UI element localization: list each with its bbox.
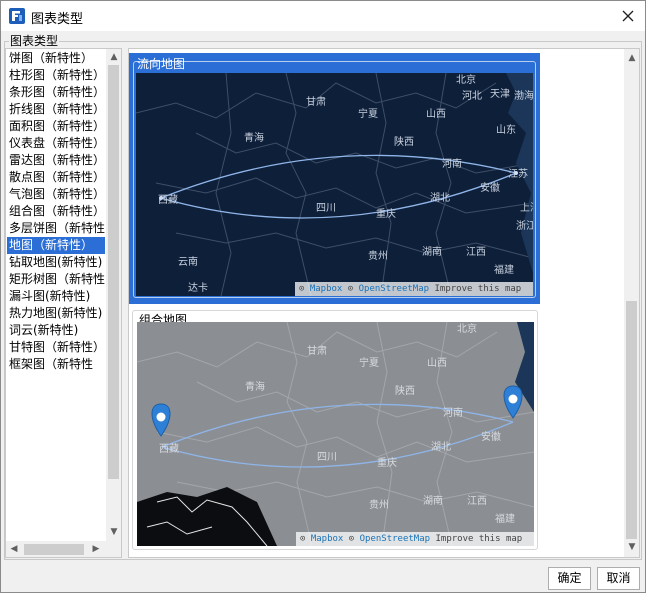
preview-vertical-scrollbar[interactable]: ▲ ▼ bbox=[624, 49, 639, 557]
map-label: 湖南 bbox=[422, 245, 442, 258]
list-horizontal-scrollbar[interactable]: ◀ ▶ bbox=[6, 541, 121, 557]
scroll-up-arrow-icon[interactable]: ▲ bbox=[108, 51, 120, 63]
chart-type-item[interactable]: 地图（新特性） bbox=[7, 237, 105, 254]
map-label: 贵州 bbox=[369, 498, 389, 511]
chart-type-item[interactable]: 散点图（新特性） bbox=[7, 169, 105, 186]
close-icon[interactable] bbox=[617, 5, 639, 27]
map-marker-pin-icon bbox=[151, 403, 171, 437]
map-label: 湖北 bbox=[431, 441, 451, 453]
chart-type-item[interactable]: 热力地图(新特性) bbox=[7, 305, 105, 322]
window-title: 图表类型 bbox=[31, 12, 84, 27]
combo-map-image: 北京 甘肃 宁夏 山西 青海 陕西 河南 安徽 西藏 四川 重庆 湖北 贵州 湖… bbox=[137, 322, 534, 546]
improve-map-link[interactable]: Improve this map bbox=[436, 534, 523, 544]
scroll-left-arrow-icon[interactable]: ◀ bbox=[8, 543, 20, 555]
preview-label: 流向地图 bbox=[137, 57, 186, 71]
dialog-window: 图表类型 图表类型 饼图（新特性） 柱形图（新特性） 条形图（新特性） 折线图（新特性… bbox=[0, 0, 646, 593]
chart-type-item[interactable]: 甘特图（新特性） bbox=[7, 339, 105, 356]
scroll-down-arrow-icon[interactable]: ▼ bbox=[108, 526, 120, 538]
map-label: 山西 bbox=[427, 357, 447, 369]
map-label: 北京 bbox=[456, 73, 476, 86]
map-label: 陕西 bbox=[394, 135, 414, 148]
map-label: 江西 bbox=[466, 246, 486, 258]
chart-type-item[interactable]: 仪表盘（新特性） bbox=[7, 135, 105, 152]
map-label: 甘肃 bbox=[306, 95, 326, 108]
map-label: 福建 bbox=[494, 263, 514, 276]
chart-type-list[interactable]: 饼图（新特性） 柱形图（新特性） 条形图（新特性） 折线图（新特性） 面积图（新特性）仪… bbox=[5, 48, 122, 558]
chart-type-item[interactable]: 雷达图（新特性） bbox=[7, 152, 105, 169]
map-label: 江苏 bbox=[508, 167, 528, 180]
chart-type-item[interactable]: 词云(新特性) bbox=[7, 322, 105, 339]
map-label: 青海 bbox=[245, 380, 265, 393]
chart-type-item[interactable]: 框架图（新特性 bbox=[7, 356, 105, 373]
scrollbar-thumb[interactable] bbox=[626, 301, 637, 539]
map-label: 宁夏 bbox=[358, 107, 378, 120]
map-label: 陕西 bbox=[395, 384, 415, 397]
map-label: 重庆 bbox=[376, 207, 396, 220]
map-attribution: ⊙ Mapbox ⊙ OpenStreetMap Improve this ma… bbox=[295, 282, 533, 296]
map-label: 甘肃 bbox=[307, 344, 327, 357]
map-label: 江西 bbox=[467, 495, 487, 507]
flow-map-thumbnail: 北京 天津 河北 渤海 甘肃 宁夏 山西 山东 青海 陕西 河南 江苏 安徽 西… bbox=[136, 73, 533, 296]
map-label: 天津 bbox=[490, 88, 510, 100]
map-label: 浙江 bbox=[516, 220, 533, 232]
map-attribution: ⊙ Mapbox ⊙ OpenStreetMap Improve this ma… bbox=[296, 532, 534, 546]
map-label: 湖北 bbox=[430, 192, 450, 204]
scroll-down-arrow-icon[interactable]: ▼ bbox=[626, 541, 638, 553]
chart-type-item[interactable]: 多层饼图（新特性 bbox=[7, 220, 105, 237]
chart-type-item[interactable]: 组合图（新特性） bbox=[7, 203, 105, 220]
map-label: 西藏 bbox=[158, 194, 178, 206]
chart-type-item[interactable]: 面积图（新特性） bbox=[7, 118, 105, 135]
preview-card-flow-map[interactable]: 流向地图 北京 天津 河北 渤海 甘肃 宁夏 山西 山东 青海 陕西 河南 江苏… bbox=[129, 53, 540, 304]
mapbox-link[interactable]: Mapbox bbox=[311, 534, 344, 544]
map-label: 湖南 bbox=[423, 494, 443, 507]
map-label: 重庆 bbox=[377, 456, 397, 469]
map-label: 西藏 bbox=[159, 443, 179, 455]
chart-type-item[interactable]: 条形图（新特性） bbox=[7, 84, 105, 101]
map-label: 达卡 bbox=[188, 281, 208, 294]
osm-link[interactable]: OpenStreetMap bbox=[359, 284, 429, 294]
map-label: 山东 bbox=[496, 123, 516, 136]
scroll-right-arrow-icon[interactable]: ▶ bbox=[90, 543, 102, 555]
map-label: 宁夏 bbox=[359, 356, 379, 369]
scrollbar-thumb[interactable] bbox=[24, 544, 84, 555]
improve-map-link[interactable]: Improve this map bbox=[435, 284, 522, 294]
cancel-button[interactable]: 取消 bbox=[597, 567, 640, 590]
map-label: 山西 bbox=[426, 108, 446, 120]
chart-type-item[interactable]: 折线图（新特性） bbox=[7, 101, 105, 118]
osm-link[interactable]: OpenStreetMap bbox=[360, 534, 430, 544]
map-label: 河南 bbox=[443, 406, 463, 419]
map-label: 四川 bbox=[316, 203, 336, 214]
mapbox-link[interactable]: Mapbox bbox=[310, 284, 343, 294]
map-label: 安徽 bbox=[481, 430, 501, 443]
chart-type-item[interactable]: 柱形图（新特性） bbox=[7, 67, 105, 84]
map-label: 云南 bbox=[178, 255, 198, 268]
scroll-up-arrow-icon[interactable]: ▲ bbox=[626, 52, 638, 64]
combo-map-thumbnail: 北京 甘肃 宁夏 山西 青海 陕西 河南 安徽 西藏 四川 重庆 湖北 贵州 湖… bbox=[137, 322, 534, 546]
chart-type-item[interactable]: 矩形树图（新特性 bbox=[7, 271, 105, 288]
map-label: 河北 bbox=[462, 90, 482, 102]
map-label: 上海 bbox=[520, 201, 533, 214]
flow-map-image: 北京 天津 河北 渤海 甘肃 宁夏 山西 山东 青海 陕西 河南 江苏 安徽 西… bbox=[136, 73, 533, 296]
chart-type-item[interactable]: 饼图（新特性） bbox=[7, 50, 105, 67]
map-label: 渤海 bbox=[514, 89, 533, 102]
scrollbar-thumb[interactable] bbox=[108, 65, 119, 479]
map-label: 四川 bbox=[317, 452, 337, 463]
list-vertical-scrollbar[interactable]: ▲ ▼ bbox=[106, 49, 121, 541]
map-label: 河南 bbox=[442, 157, 462, 170]
title-bar: 图表类型 bbox=[1, 1, 645, 31]
chart-type-item[interactable]: 气泡图（新特性） bbox=[7, 186, 105, 203]
chart-preview-pane: 流向地图 北京 天津 河北 渤海 甘肃 宁夏 山西 山东 青海 陕西 河南 江苏… bbox=[128, 48, 640, 558]
map-label: 北京 bbox=[457, 322, 477, 335]
map-label: 贵州 bbox=[368, 249, 388, 262]
chart-type-item[interactable]: 漏斗图(新特性) bbox=[7, 288, 105, 305]
map-label: 青海 bbox=[244, 131, 264, 144]
map-label: 安徽 bbox=[480, 181, 500, 194]
preview-card-combo-map[interactable]: 组合地图 北京 甘肃 宁夏 山西 青海 陕西 河南 安徽 西藏 四川 重庆 湖北… bbox=[132, 310, 538, 550]
map-marker-pin-icon bbox=[503, 385, 523, 419]
group-label: 图表类型 bbox=[9, 32, 60, 49]
app-logo-icon bbox=[9, 8, 25, 24]
ok-button[interactable]: 确定 bbox=[548, 567, 591, 590]
chart-type-item[interactable]: 钻取地图(新特性) bbox=[7, 254, 105, 271]
map-label: 福建 bbox=[495, 512, 515, 525]
